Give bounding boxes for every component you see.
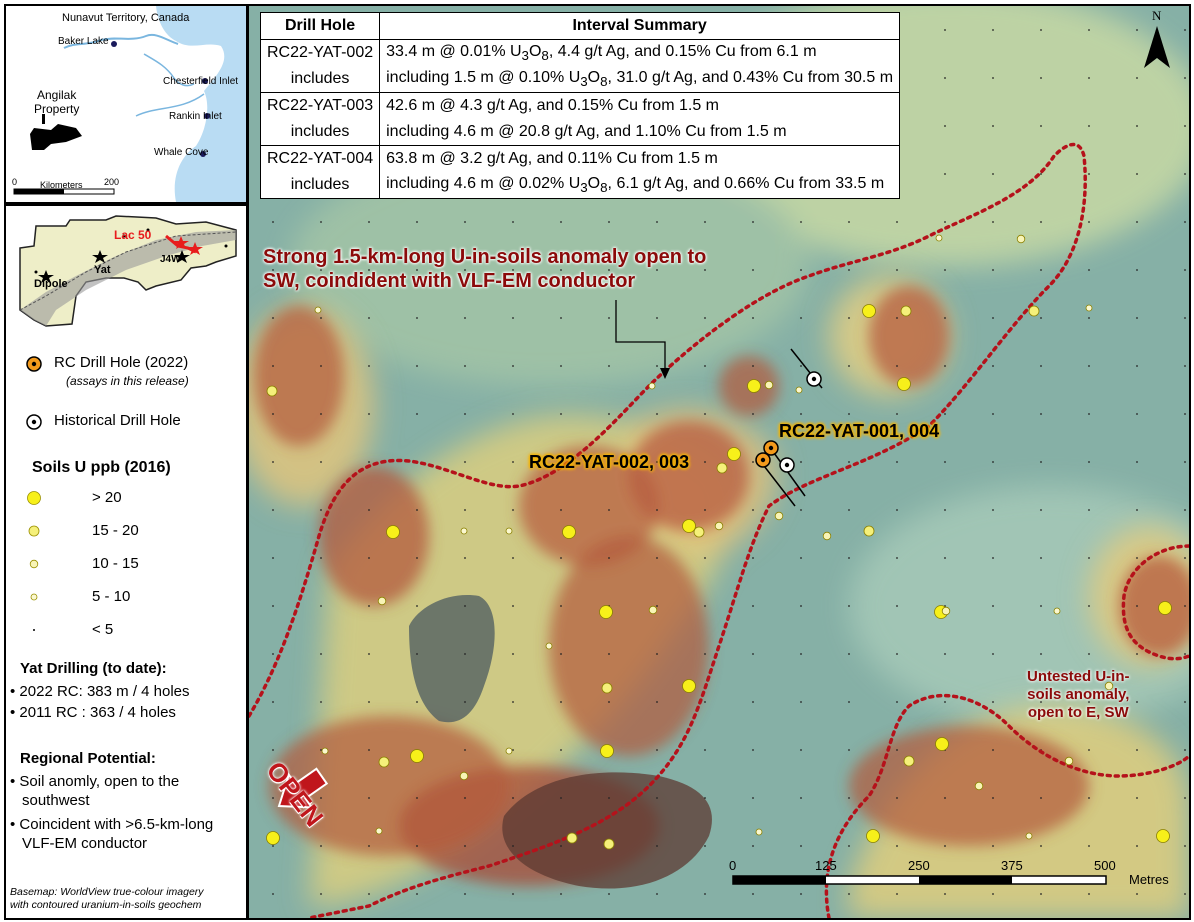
main-map: Drill Hole Interval Summary RC22-YAT-002… <box>247 4 1191 920</box>
soil-symbol-gt20 <box>27 491 41 505</box>
table-row: RC22-YAT-002 33.4 m @ 0.01% U3O8, 4.4 g/… <box>259 39 901 66</box>
table-cell-hole: RC22-YAT-003 <box>259 92 381 119</box>
table-cell-hole: includes <box>259 119 381 146</box>
table-cell-hole: RC22-YAT-004 <box>259 145 381 172</box>
label-hole-002-003: RC22-YAT-002, 003 <box>529 452 690 472</box>
table-cell-hole: includes <box>259 172 381 199</box>
label-lac-50: Lac 50 <box>114 228 152 242</box>
soil-symbol-lt5 <box>33 629 35 631</box>
table-header-interval: Interval Summary <box>379 12 901 40</box>
north-label: N <box>1152 8 1162 23</box>
soil-class-lt5: < 5 <box>92 621 114 638</box>
drilling-item-2: • 2011 RC : 363 / 4 holes <box>10 704 176 721</box>
soil-symbol-5-10 <box>30 593 38 601</box>
soils-legend-title: Soils U ppb (2016) <box>32 459 171 476</box>
place-chesterfield-inlet: Chesterfield Inlet <box>163 76 239 87</box>
place-whale-cove: Whale Cove <box>154 147 209 158</box>
anomaly-callout-line1: Strong 1.5-km-long U-in-soils anomaly op… <box>263 246 707 268</box>
drilling-title: Yat Drilling (to date): <box>20 660 167 677</box>
place-rankin-inlet: Rankin Inlet <box>169 111 222 122</box>
legend-rc-drill: RC Drill Hole (2022) <box>54 354 189 371</box>
table-cell-interval: including 1.5 m @ 0.10% U3O8, 31.0 g/t A… <box>379 66 901 93</box>
scale-tick-250: 250 <box>908 858 930 873</box>
drilling-item-1: • 2022 RC: 383 m / 4 holes <box>10 683 190 700</box>
table-cell-hole: RC22-YAT-002 <box>259 39 381 66</box>
label-dipole: Dipole <box>34 278 68 290</box>
scale-zero: 0 <box>12 177 18 187</box>
interval-summary-table: Drill Hole Interval Summary RC22-YAT-002… <box>259 12 901 199</box>
potential-title: Regional Potential: <box>20 750 156 767</box>
soils-legend-symbols <box>27 491 41 631</box>
table-cell-interval: including 4.6 m @ 20.8 g/t Ag, and 1.10%… <box>379 119 901 146</box>
scale-max: 200 <box>104 177 120 187</box>
table-row: includes including 4.6 m @ 20.8 g/t Ag, … <box>259 119 901 146</box>
scale-tick-125: 125 <box>815 858 837 873</box>
basemap-note-2: with contoured uranium-in-soils geochem <box>10 899 202 911</box>
table-row: includes including 1.5 m @ 0.10% U3O8, 3… <box>259 66 901 93</box>
property-map-graphic <box>19 215 237 327</box>
label-yat: Yat <box>94 264 111 276</box>
inset-title: Nunavut Territory, Canada <box>62 12 190 24</box>
legend-column: Nunavut Territory, Canada Baker Lake Che… <box>4 4 248 920</box>
soil-symbol-10-15 <box>29 559 39 569</box>
table-cell-interval: 42.6 m @ 4.3 g/t Ag, and 0.15% Cu from 1… <box>379 92 901 119</box>
anomaly-callout-line2: SW, coindident with VLF-EM conductor <box>263 270 636 292</box>
untested-anomaly-label: Untested U-in- soils anomaly, open to E,… <box>1027 668 1130 721</box>
legend-panel: Lac 50 J4W Yat Dipole RC Drill Hole (202… <box>4 204 248 920</box>
legend-rc-drill-note: (assays in this release) <box>66 374 189 388</box>
scale-tick-0: 0 <box>729 858 737 873</box>
historical-drill-hole-icon <box>26 414 42 430</box>
table-cell-interval: 33.4 m @ 0.01% U3O8, 4.4 g/t Ag, and 0.1… <box>379 39 901 66</box>
soil-class-5-10: 5 - 10 <box>92 588 131 605</box>
label-hole-001-004: RC22-YAT-001, 004 <box>779 421 940 441</box>
table-cell-interval: 63.8 m @ 3.2 g/t Ag, and 0.11% Cu from 1… <box>379 145 901 172</box>
rc-drill-hole-icon <box>26 356 42 372</box>
basemap-note-1: Basemap: WorldView true-colour imagery <box>10 886 204 898</box>
soil-class-gt20: > 20 <box>92 489 122 506</box>
table-row: RC22-YAT-003 42.6 m @ 4.3 g/t Ag, and 0.… <box>259 92 901 119</box>
soil-class-15-20: 15 - 20 <box>92 522 139 539</box>
scale-unit: Metres <box>1129 872 1169 887</box>
property-label: Angilak Property <box>34 88 80 116</box>
scale-tick-500: 500 <box>1094 858 1116 873</box>
scale-tick-375: 375 <box>1001 858 1023 873</box>
legend-historical-drill: Historical Drill Hole <box>54 412 181 429</box>
regional-inset-map: Nunavut Territory, Canada Baker Lake Che… <box>4 4 248 204</box>
soil-class-10-15: 10 - 15 <box>92 555 139 572</box>
table-cell-interval: including 4.6 m @ 0.02% U3O8, 6.1 g/t Ag… <box>379 172 901 199</box>
table-cell-hole: includes <box>259 66 381 93</box>
potential-item-1: • Soil anomly, open to the southwest <box>10 773 180 809</box>
scale-unit: Kilometers <box>40 180 83 190</box>
place-baker-lake: Baker Lake <box>58 36 109 47</box>
table-row: includes including 4.6 m @ 0.02% U3O8, 6… <box>259 172 901 199</box>
potential-item-2: • Coincident with >6.5-km-long VLF-EM co… <box>10 816 214 852</box>
table-header-drill-hole: Drill Hole <box>259 12 381 40</box>
label-j4w: J4W <box>160 254 181 265</box>
soil-symbol-15-20 <box>28 525 40 537</box>
table-row: RC22-YAT-004 63.8 m @ 3.2 g/t Ag, and 0.… <box>259 145 901 172</box>
